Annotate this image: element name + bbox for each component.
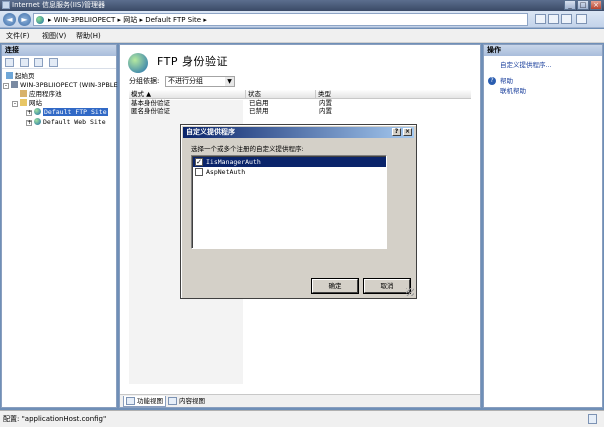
- title-bar: Internet 信息服务(IIS)管理器 _ □ ×: [0, 0, 604, 11]
- menu-bar: 文件(F) 视图(V) 帮助(H): [0, 29, 604, 43]
- custom-providers-link[interactable]: 自定义提供程序...: [500, 61, 552, 70]
- cancel-button[interactable]: 取消: [364, 279, 410, 293]
- disconnect-icon[interactable]: [49, 58, 58, 67]
- auth-grid: 模式 ▲ 状态 类型 基本身份验证 已启用 内置 匿名身份验证 已禁用 内置: [129, 90, 471, 115]
- features-view-icon: [126, 397, 135, 405]
- forward-button[interactable]: ►: [18, 13, 31, 26]
- web-site-globe-icon: [34, 118, 41, 125]
- refresh-icon[interactable]: [535, 14, 546, 24]
- column-mode[interactable]: 模式 ▲: [129, 90, 245, 99]
- connections-header: 连接: [2, 45, 116, 56]
- connections-toolbar: [2, 56, 116, 69]
- providers-list[interactable]: ✓ IisManagerAuth AspNetAuth: [191, 155, 387, 249]
- dialog-title-bar: 自定义提供程序 ? ×: [183, 127, 414, 138]
- sites-folder-icon: [20, 99, 27, 106]
- provider-checkbox-checked[interactable]: ✓: [195, 158, 203, 166]
- actions-header: 操作: [484, 45, 602, 56]
- dialog-title: 自定义提供程序: [186, 128, 235, 136]
- tree-item-start-page[interactable]: 起始页: [6, 72, 35, 81]
- server-icon: [11, 81, 18, 88]
- ftp-site-globe-icon: [34, 108, 41, 115]
- close-button[interactable]: ×: [590, 0, 602, 10]
- breadcrumb-path: ▸ WIN-3PBLIIOPECT ▸ 网站 ▸ Default FTP Sit…: [48, 16, 207, 24]
- connect-icon[interactable]: [5, 58, 14, 67]
- network-icon: [588, 414, 597, 424]
- app-pool-icon: [20, 90, 27, 97]
- resize-grip-icon[interactable]: [406, 288, 414, 296]
- chevron-down-icon[interactable]: ▼: [225, 77, 234, 86]
- column-status[interactable]: 状态: [245, 90, 315, 99]
- status-bar: 配置: "applicationHost.config": [0, 410, 604, 427]
- menu-help[interactable]: 帮助(H): [76, 32, 101, 40]
- dialog-close-button[interactable]: ×: [403, 128, 412, 136]
- expand-icon[interactable]: +: [26, 120, 32, 126]
- up-icon[interactable]: [34, 58, 43, 67]
- tree-item-server[interactable]: - WIN-3PBLIIOPECT (WIN-3PBLE: [3, 81, 118, 90]
- table-row[interactable]: 基本身份验证 已启用 内置: [129, 99, 471, 107]
- ok-button[interactable]: 确定: [312, 279, 358, 293]
- page-title: FTP 身份验证: [157, 55, 228, 68]
- view-tabs: 功能视图 内容视图: [120, 394, 480, 407]
- dialog-help-button[interactable]: ?: [392, 128, 401, 136]
- iis-app-icon: [2, 1, 10, 9]
- connections-panel: 连接 起始页 - WIN-3PBLIIOPECT (WIN-3PBLE 应用程序池…: [1, 44, 118, 408]
- menu-view[interactable]: 视图(V): [42, 32, 66, 40]
- collapse-icon[interactable]: -: [12, 101, 18, 107]
- help-icon: ?: [488, 77, 496, 85]
- group-by-label: 分组依据:: [129, 77, 160, 85]
- start-page-icon: [6, 72, 13, 79]
- custom-providers-dialog: 自定义提供程序 ? × 选择一个或多个注册的自定义提供程序: ✓ IisMana…: [180, 124, 417, 299]
- cell-mode: 匿名身份验证: [131, 107, 170, 115]
- save-icon[interactable]: [20, 58, 29, 67]
- tree-item-default-ftp-site[interactable]: + Default FTP Site: [26, 108, 108, 117]
- maximize-button[interactable]: □: [577, 0, 589, 10]
- cell-type: 内置: [319, 107, 332, 115]
- stop-icon[interactable]: [548, 14, 559, 24]
- tab-content-view[interactable]: 内容视图: [166, 396, 207, 407]
- back-button[interactable]: ◄: [3, 13, 16, 26]
- menu-file[interactable]: 文件(F): [6, 32, 30, 40]
- content-view-icon: [168, 397, 177, 405]
- group-by-value: 不进行分组: [168, 77, 203, 85]
- cell-status: 已禁用: [249, 107, 269, 115]
- window-title: Internet 信息服务(IIS)管理器: [12, 1, 106, 9]
- status-text: 配置: "applicationHost.config": [3, 415, 107, 423]
- breadcrumb[interactable]: ▸ WIN-3PBLIIOPECT ▸ 网站 ▸ Default FTP Sit…: [33, 13, 528, 26]
- address-bar: ◄ ► ▸ WIN-3PBLIIOPECT ▸ 网站 ▸ Default FTP…: [0, 11, 604, 28]
- tab-features-view[interactable]: 功能视图: [123, 396, 166, 407]
- home-icon[interactable]: [561, 14, 572, 24]
- globe-icon: [36, 16, 44, 24]
- group-by-select[interactable]: 不进行分组 ▼: [165, 76, 235, 87]
- list-item-iismanagerauth[interactable]: ✓ IisManagerAuth: [193, 157, 386, 167]
- expand-icon[interactable]: +: [26, 110, 32, 116]
- tree-item-default-web-site[interactable]: + Default Web Site: [26, 118, 106, 127]
- help-icon[interactable]: [576, 14, 587, 24]
- list-item-aspnetauth[interactable]: AspNetAuth: [193, 167, 386, 177]
- help-link[interactable]: 帮助: [500, 77, 513, 86]
- ftp-globe-icon: [128, 53, 148, 73]
- online-help-link[interactable]: 联机帮助: [500, 87, 526, 96]
- dialog-prompt: 选择一个或多个注册的自定义提供程序:: [191, 145, 304, 153]
- actions-panel: 操作 自定义提供程序... ? 帮助 联机帮助: [483, 44, 603, 408]
- tree-item-app-pools[interactable]: 应用程序池: [20, 90, 62, 99]
- grid-header: 模式 ▲ 状态 类型: [129, 90, 471, 99]
- tree-item-sites[interactable]: - 网站: [12, 99, 42, 108]
- table-row[interactable]: 匿名身份验证 已禁用 内置: [129, 107, 471, 115]
- collapse-icon[interactable]: -: [3, 83, 9, 89]
- minimize-button[interactable]: _: [564, 0, 576, 10]
- provider-checkbox[interactable]: [195, 168, 203, 176]
- column-type[interactable]: 类型: [315, 90, 471, 99]
